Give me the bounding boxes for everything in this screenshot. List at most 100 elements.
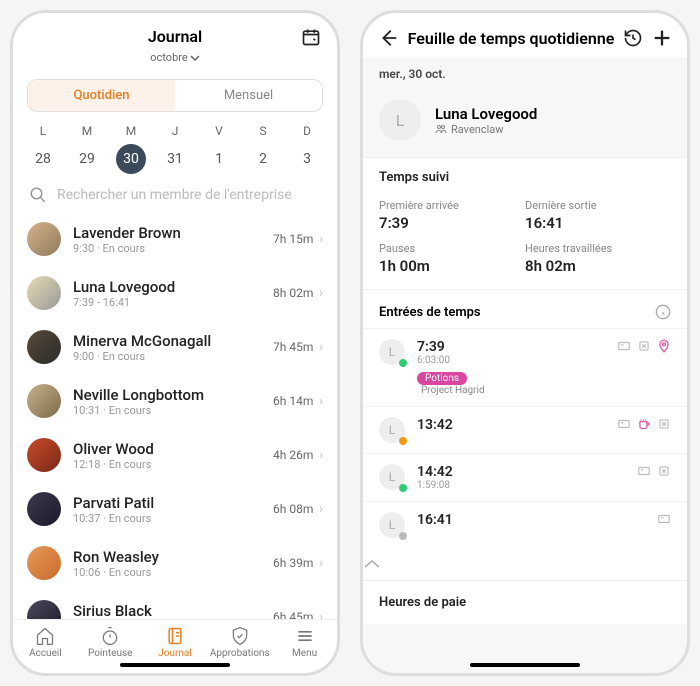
avatar	[27, 276, 61, 310]
day-number: 3	[292, 144, 322, 174]
person-hours: 7h 45m	[273, 340, 313, 354]
month-selector[interactable]: octobre	[150, 51, 199, 64]
entry-project: Project Hagrid	[421, 385, 605, 396]
tracked-title: Temps suivi	[363, 157, 687, 191]
status-dot	[399, 484, 407, 492]
time-entry[interactable]: L 16:41	[363, 501, 687, 548]
person-hours: 8h 02m	[273, 286, 313, 300]
entry-time: 16:41	[417, 512, 645, 528]
tab-monthly[interactable]: Mensuel	[175, 80, 322, 111]
chevron-up-icon	[363, 558, 381, 570]
nav-menu[interactable]: Menu	[272, 626, 337, 659]
time-entry[interactable]: L 13:42	[363, 406, 687, 453]
day-name: J	[155, 124, 195, 138]
status-dot	[399, 437, 407, 445]
tracked-grid: Première arrivée 7:39 Dernière sortie 16…	[363, 191, 687, 289]
tab-daily[interactable]: Quotidien	[28, 80, 175, 111]
day-column[interactable]: M29	[67, 124, 107, 174]
chevron-right-icon: ›	[319, 232, 323, 246]
day-column[interactable]: V1	[199, 124, 239, 174]
home-indicator	[120, 663, 230, 667]
person-status: 7:39 - 16:41	[73, 296, 273, 309]
home-indicator	[470, 663, 580, 667]
person-row[interactable]: Minerva McGonagall9:00 · En cours 7h 45m…	[13, 320, 337, 374]
calendar-icon[interactable]	[301, 27, 321, 47]
time-entry[interactable]: L 7:396:03:00PotionsProject Hagrid	[363, 328, 687, 406]
add-button[interactable]	[651, 27, 673, 49]
day-number: 30	[116, 144, 146, 174]
person-row[interactable]: Luna Lovegood7:39 - 16:41 8h 02m ›	[13, 266, 337, 320]
day-name: M	[111, 124, 151, 138]
person-name: Ron Weasley	[73, 548, 273, 566]
nav-approvals[interactable]: Approbations	[207, 626, 272, 659]
person-status: 10:37 · En cours	[73, 512, 273, 525]
person-row[interactable]: Ron Weasley10:06 · En cours 6h 39m ›	[13, 536, 337, 590]
box-icon	[657, 417, 671, 431]
date-label: mer., 30 oct.	[363, 57, 687, 91]
day-column[interactable]: S2	[243, 124, 283, 174]
status-dot	[399, 532, 407, 540]
nav-clock[interactable]: Pointeuse	[78, 626, 143, 659]
detail-body[interactable]: mer., 30 oct. L Luna Lovegood Ravenclaw …	[363, 57, 687, 673]
back-button[interactable]	[377, 27, 399, 49]
avatar	[27, 492, 61, 526]
entry-icons	[617, 339, 671, 353]
avatar	[27, 384, 61, 418]
day-column[interactable]: D3	[287, 124, 327, 174]
entry-avatar: L	[379, 512, 405, 538]
detail-header: Feuille de temps quotidienne	[363, 13, 687, 57]
last-departure: Dernière sortie 16:41	[525, 199, 671, 232]
person-row[interactable]: Lavender Brown9:30 · En cours 7h 15m ›	[13, 212, 337, 266]
chevron-right-icon: ›	[319, 502, 323, 516]
person-name: Lavender Brown	[73, 224, 273, 242]
day-column[interactable]: L28	[23, 124, 63, 174]
week-strip: L28M29 M 30 J31V1S2D3	[13, 120, 337, 174]
arrow-left-icon	[377, 27, 399, 49]
entry-time: 13:42	[417, 417, 605, 433]
entry-icons	[657, 512, 671, 526]
entries-list: L 7:396:03:00PotionsProject Hagrid L 13:…	[363, 328, 687, 548]
time-entry[interactable]: L 14:421:59:08	[363, 453, 687, 501]
menu-icon	[295, 626, 315, 646]
person-row[interactable]: Neville Longbottom10:31 · En cours 6h 14…	[13, 374, 337, 428]
history-button[interactable]	[623, 28, 643, 48]
cup-icon	[637, 417, 651, 431]
entry-icons	[637, 464, 671, 478]
person-status: 10:06 · En cours	[73, 566, 273, 579]
person-row[interactable]: Oliver Wood12:18 · En cours 4h 26m ›	[13, 428, 337, 482]
chevron-down-icon	[190, 53, 200, 63]
search-input[interactable]	[57, 187, 321, 203]
avatar	[27, 438, 61, 472]
chevron-right-icon: ›	[319, 610, 323, 619]
nav-journal[interactable]: Journal	[143, 626, 208, 659]
entry-avatar: L	[379, 417, 405, 443]
person-hours: 6h 39m	[273, 556, 313, 570]
avatar: L	[379, 99, 421, 141]
person-hours: 6h 14m	[273, 394, 313, 408]
day-column[interactable]: J31	[155, 124, 195, 174]
nav-home[interactable]: Accueil	[13, 626, 78, 659]
expand-button[interactable]	[363, 548, 687, 580]
chevron-right-icon: ›	[319, 286, 323, 300]
breaks: Pauses 1h 00m	[379, 242, 525, 275]
page-title: Journal	[13, 27, 337, 46]
detail-title: Feuille de temps quotidienne	[407, 29, 615, 48]
user-card[interactable]: L Luna Lovegood Ravenclaw	[363, 91, 687, 157]
person-hours: 4h 26m	[273, 448, 313, 462]
chevron-right-icon: ›	[319, 556, 323, 570]
person-row[interactable]: Sirius Black10:00 · En cours 6h 45m ›	[13, 590, 337, 619]
chevron-right-icon: ›	[319, 448, 323, 462]
user-name: Luna Lovegood	[435, 105, 537, 123]
status-dot	[399, 359, 407, 367]
view-toggle: Quotidien Mensuel	[27, 79, 323, 112]
card-icon	[617, 417, 631, 431]
worked-hours: Heures travaillées 8h 02m	[525, 242, 671, 275]
day-number: 29	[72, 144, 102, 174]
person-hours: 6h 08m	[273, 502, 313, 516]
person-name: Minerva McGonagall	[73, 332, 273, 350]
search-bar	[13, 174, 337, 212]
people-list[interactable]: Lavender Brown9:30 · En cours 7h 15m › L…	[13, 212, 337, 619]
day-column[interactable]: M 30	[111, 124, 151, 174]
person-row[interactable]: Parvati Patil10:37 · En cours 6h 08m ›	[13, 482, 337, 536]
info-icon[interactable]	[655, 304, 671, 320]
